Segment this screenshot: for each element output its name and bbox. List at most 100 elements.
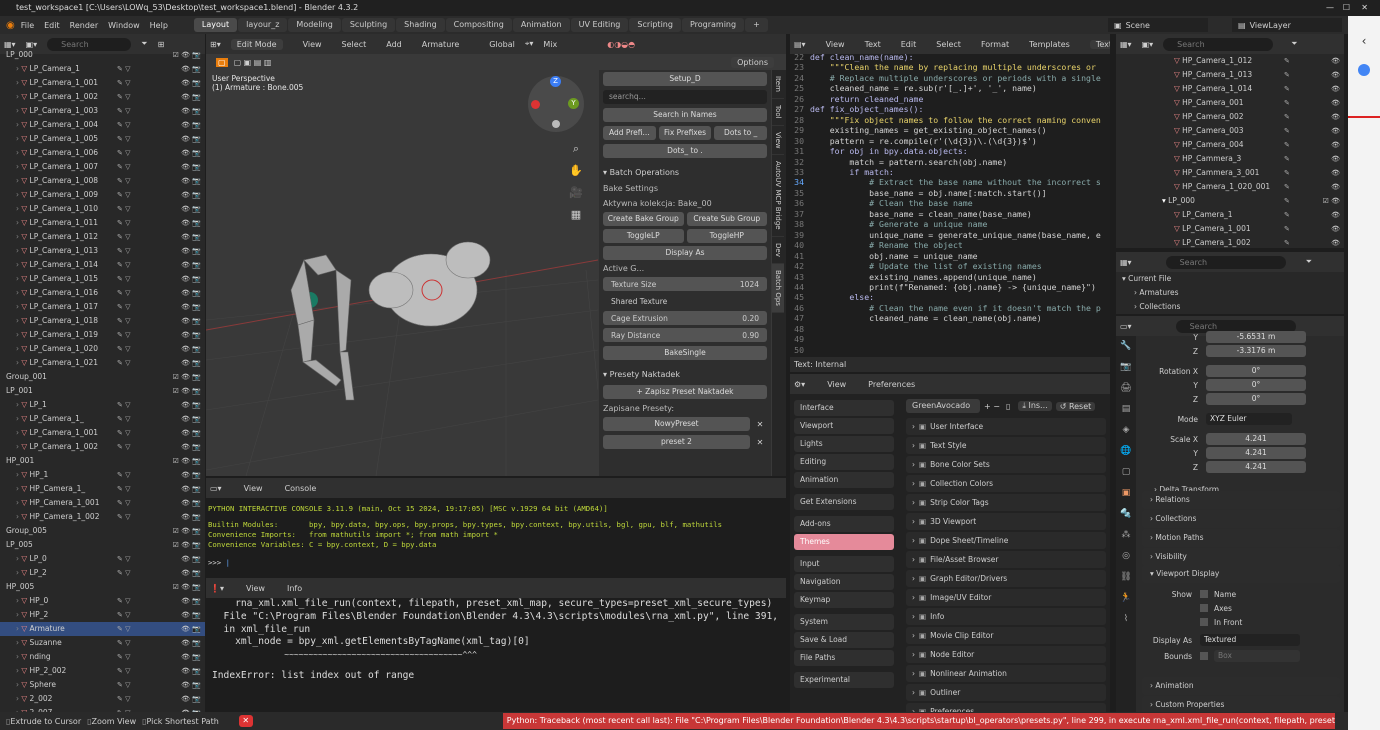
text-menu-view[interactable]: View: [826, 40, 845, 49]
editor-type-icon[interactable]: ▤▾: [794, 40, 806, 49]
panel-motion-paths[interactable]: › Motion Paths: [1142, 529, 1340, 547]
outliner-right-row[interactable]: ▾ LP_000 ✎ ☑ 👁: [1116, 194, 1344, 208]
scene-tab-icon[interactable]: ◈: [1116, 420, 1136, 441]
console-menu-view[interactable]: View: [244, 484, 263, 493]
visibility-toggles[interactable]: 👁 📷: [163, 664, 205, 678]
viewport-menu-armature[interactable]: Armature: [422, 40, 460, 49]
visibility-toggles[interactable]: ☑ 👁 📷: [163, 454, 205, 468]
preferences-nav-viewport[interactable]: Viewport: [794, 418, 894, 434]
console-prompt[interactable]: >>> |: [208, 558, 784, 568]
visibility-toggles[interactable]: 👁 📷: [163, 412, 205, 426]
text-menu-text[interactable]: Text: [865, 40, 881, 49]
outliner-row[interactable]: › ▽ LP_Camera_1_009 ✎ ▽ 👁 📷: [0, 188, 205, 202]
viewport-canvas[interactable]: [206, 70, 598, 476]
editor-type-icon[interactable]: ▭▾: [210, 484, 222, 493]
outliner-right-row[interactable]: ▽ HP_Camera_003 ✎ 👁: [1116, 124, 1344, 138]
filter-icon[interactable]: ⏷: [1291, 39, 1297, 49]
visibility-toggles[interactable]: 👁 📷: [163, 286, 205, 300]
visibility-toggles[interactable]: 👁 📷: [163, 622, 205, 636]
add-prefix-button[interactable]: Add Prefi...: [603, 126, 656, 140]
visibility-toggles[interactable]: 👁 📷: [163, 426, 205, 440]
python-console[interactable]: ▭▾ View Console PYTHON INTERACTIVE CONSOL…: [206, 478, 786, 576]
preferences-menu-view[interactable]: View: [827, 380, 846, 389]
editor-type-icon[interactable]: ❗▾: [210, 584, 224, 593]
menu-render[interactable]: Render: [70, 21, 98, 30]
visibility-toggles[interactable]: ☑ 👁 📷: [163, 370, 205, 384]
toggle-hp-button[interactable]: ToggleHP: [686, 229, 767, 243]
visibility-toggles[interactable]: 👁 📷: [163, 636, 205, 650]
gizmo-x-axis[interactable]: [531, 100, 540, 109]
outliner-row[interactable]: › ▽ HP_Camera_1_002 ✎ ▽ 👁 📷: [0, 510, 205, 524]
outliner-row[interactable]: › ▽ Sphere ✎ ▽ 👁 📷: [0, 678, 205, 692]
bake-single-button[interactable]: BakeSingle: [603, 346, 767, 360]
visibility-toggles[interactable]: ☑ 👁: [1314, 194, 1344, 208]
options-menu[interactable]: Options: [731, 56, 774, 68]
theme-section-collection-colors[interactable]: › ▣ Collection Colors: [906, 475, 1106, 492]
outliner-row[interactable]: › ▽ HP_Camera_1_ ✎ ▽ 👁 📷: [0, 482, 205, 496]
camera-view-icon[interactable]: 🎥: [568, 182, 584, 204]
visibility-toggles[interactable]: 👁: [1314, 82, 1344, 96]
outliner-row[interactable]: › ▽ LP_Camera_1 ✎ ▽ 👁 📷: [0, 62, 205, 76]
armatures-row[interactable]: › Armatures: [1116, 286, 1344, 300]
theme-section-dope-sheet-timeline[interactable]: › ▣ Dope Sheet/Timeline: [906, 532, 1106, 549]
outliner-right-row[interactable]: ▽ HP_Camera_004 ✎ 👁: [1116, 138, 1344, 152]
text-menu-edit[interactable]: Edit: [901, 40, 917, 49]
editor-type-icon[interactable]: ▦▾: [1120, 40, 1132, 49]
preset-load-button[interactable]: preset 2: [603, 435, 750, 449]
add-preset-icon[interactable]: + −: [984, 402, 1000, 411]
cage-extrusion-field[interactable]: Cage Extrusion 0.20: [603, 311, 767, 325]
editor-type-icon[interactable]: ▭▾: [1120, 322, 1132, 331]
viewport-menu-add[interactable]: Add: [386, 40, 402, 49]
viewport-menu-view[interactable]: View: [303, 40, 322, 49]
outliner-row[interactable]: › ▽ LP_Camera_1_002 ✎ ▽ 👁 📷: [0, 440, 205, 454]
save-preset-button[interactable]: + Zapisz Preset Naktadek: [603, 385, 767, 399]
overlay-icon[interactable]: ◐◑◒◓: [607, 40, 635, 49]
viewport-3d[interactable]: ⊞▾ Edit Mode View Select Add Armature Globa…: [206, 34, 786, 476]
workspace-tab-compositing[interactable]: Compositing: [445, 18, 512, 32]
editor-type-icon[interactable]: ⊞▾: [210, 40, 221, 49]
status-error-message[interactable]: Python: Traceback (most recent call last…: [502, 713, 1335, 729]
outliner-row[interactable]: › ▽ LP_Camera_1_016 ✎ ▽ 👁 📷: [0, 286, 205, 300]
visibility-toggles[interactable]: 👁 📷: [163, 90, 205, 104]
theme-section-file-asset-browser[interactable]: › ▣ File/Asset Browser: [906, 551, 1106, 568]
workspace-tab-scripting[interactable]: Scripting: [629, 18, 681, 32]
visibility-toggles[interactable]: ☑ 👁 📷: [163, 538, 205, 552]
visibility-toggles[interactable]: 👁: [1314, 68, 1344, 82]
text-menu-format[interactable]: Format: [981, 40, 1009, 49]
render-tab-icon[interactable]: 📷: [1116, 357, 1136, 378]
scale-x-field[interactable]: 4.241: [1206, 433, 1306, 445]
visibility-toggles[interactable]: 👁 📷: [163, 482, 205, 496]
preferences-nav-themes[interactable]: Themes: [794, 534, 894, 550]
current-file-row[interactable]: ▾ Current File: [1116, 272, 1344, 286]
outliner-row[interactable]: › ▽ LP_Camera_1_008 ✎ ▽ 👁 📷: [0, 174, 205, 188]
suzanne-mesh[interactable]: [368, 241, 491, 327]
preferences-nav-system[interactable]: System: [794, 614, 894, 630]
workspace-tab-layour-z[interactable]: layour_z: [238, 18, 288, 32]
view-layer-tab-icon[interactable]: ▤: [1116, 399, 1136, 420]
snap-icon[interactable]: ⌖▾: [525, 39, 534, 49]
visibility-toggles[interactable]: 👁: [1314, 236, 1344, 248]
visibility-toggles[interactable]: 👁 📷: [163, 132, 205, 146]
rotation-z-field[interactable]: 0°: [1206, 393, 1306, 405]
preferences-nav-save-load[interactable]: Save & Load: [794, 632, 894, 648]
outliner-right-row[interactable]: ▽ HP_Camera_1_012 ✎ 👁: [1116, 54, 1344, 68]
visibility-toggles[interactable]: 👁 📷: [163, 692, 205, 706]
visibility-toggles[interactable]: 👁 📷: [163, 510, 205, 524]
visibility-toggles[interactable]: 👁 📷: [163, 594, 205, 608]
viewlayer-selector[interactable]: ▤ ViewLayer: [1232, 18, 1342, 32]
preferences-nav-interface[interactable]: Interface: [794, 400, 894, 416]
visibility-toggles[interactable]: ☑ 👁 📷: [163, 384, 205, 398]
gear-icon[interactable]: ⚙▾: [794, 380, 805, 389]
axes-checkbox[interactable]: [1200, 604, 1208, 612]
visibility-toggles[interactable]: 👁: [1314, 54, 1344, 68]
info-menu-view[interactable]: View: [246, 584, 265, 593]
outliner-row[interactable]: Group_001 ☑ 👁 📷: [0, 370, 205, 384]
visibility-toggles[interactable]: 👁: [1314, 138, 1344, 152]
in-front-checkbox[interactable]: [1200, 618, 1208, 626]
outliner-row[interactable]: › ▽ LP_Camera_1_012 ✎ ▽ 👁 📷: [0, 230, 205, 244]
presets-panel-header[interactable]: ▾ Presety Naktadek: [603, 368, 767, 382]
visibility-toggles[interactable]: 👁: [1314, 124, 1344, 138]
outliner-row[interactable]: › ▽ LP_Camera_1_002 ✎ ▽ 👁 📷: [0, 90, 205, 104]
text-datablock-selector[interactable]: Text: [1089, 39, 1110, 49]
panel-collections[interactable]: › Collections: [1142, 510, 1340, 528]
